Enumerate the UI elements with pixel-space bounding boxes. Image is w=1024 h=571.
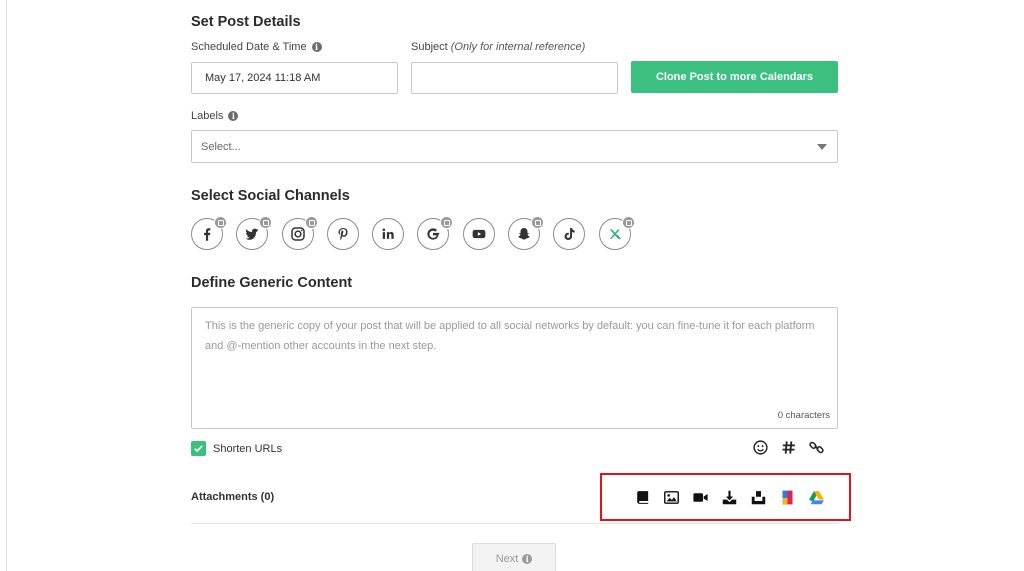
channel-linkedin[interactable] (372, 218, 404, 250)
video-icon[interactable] (692, 489, 709, 506)
book-icon[interactable] (634, 489, 651, 506)
scheduled-date-value: May 17, 2024 11:18 AM (205, 72, 321, 84)
image-icon[interactable] (663, 489, 680, 506)
link-icon[interactable] (808, 439, 825, 461)
channel-pinterest[interactable] (327, 218, 359, 250)
labels-label: Labels i (191, 110, 239, 122)
generic-content-textarea[interactable]: This is the generic copy of your post th… (191, 307, 838, 429)
info-icon: i (522, 554, 533, 564)
snapchat-icon (518, 228, 530, 240)
info-icon[interactable]: i (311, 42, 322, 52)
attachments-label: Attachments (0) (191, 491, 275, 503)
scheduled-label-text: Scheduled Date & Time (191, 41, 307, 53)
scheduled-date-input[interactable]: May 17, 2024 11:18 AM (191, 62, 398, 94)
disconnected-badge-icon (305, 216, 318, 229)
subject-label: Subject (Only for internal reference) (411, 41, 585, 53)
youtube-icon (472, 229, 486, 239)
channel-custom-x[interactable] (599, 216, 635, 250)
subject-label-text: Subject (411, 41, 448, 53)
hashtag-icon[interactable] (780, 439, 797, 461)
labels-select-value: Select... (201, 140, 241, 153)
channel-google-business[interactable] (417, 216, 453, 250)
checkmark-icon (194, 445, 203, 453)
download-icon[interactable] (721, 489, 738, 506)
scheduled-label: Scheduled Date & Time i (191, 41, 322, 53)
page-left-border (6, 0, 7, 571)
labels-select[interactable]: Select... (191, 130, 838, 163)
tiktok-icon (564, 228, 575, 240)
emoji-icon[interactable] (752, 439, 769, 461)
clone-post-button[interactable]: Clone Post to more Calendars (631, 61, 838, 93)
google-icon (427, 228, 440, 240)
channel-tiktok[interactable] (553, 218, 585, 250)
upload-tray-icon[interactable] (750, 489, 767, 506)
x-icon (609, 229, 621, 240)
twitter-icon (245, 228, 259, 240)
channel-twitter[interactable] (236, 216, 272, 250)
channel-facebook[interactable] (191, 216, 227, 250)
channel-snapchat[interactable] (508, 216, 544, 250)
linkedin-icon (382, 228, 394, 239)
subject-hint: (Only for internal reference) (450, 41, 586, 53)
attachments-divider (191, 523, 838, 524)
instagram-icon (291, 227, 305, 241)
next-button[interactable]: Next i (472, 543, 556, 571)
next-button-label: Next (495, 553, 519, 565)
channels-title: Select Social Channels (191, 188, 350, 204)
content-title: Define Generic Content (191, 275, 353, 291)
facebook-icon (204, 228, 211, 241)
chevron-down-icon (817, 144, 827, 150)
disconnected-badge-icon (531, 216, 544, 229)
info-icon[interactable]: i (228, 111, 239, 121)
pinterest-icon (338, 228, 348, 241)
google-drive-icon[interactable] (808, 489, 825, 506)
shorten-urls-label: Shorten URLs (213, 443, 283, 455)
channel-youtube[interactable] (463, 218, 495, 250)
subject-input[interactable] (411, 62, 618, 94)
disconnected-badge-icon (622, 216, 635, 229)
post-details-title: Set Post Details (191, 14, 301, 30)
shorten-urls-checkbox[interactable] (191, 441, 206, 456)
channel-instagram[interactable] (282, 216, 318, 250)
content-placeholder: This is the generic copy of your post th… (205, 320, 815, 352)
character-count: 0 characters (777, 410, 830, 421)
disconnected-badge-icon (259, 216, 272, 229)
notebook-icon[interactable] (779, 489, 796, 506)
disconnected-badge-icon (214, 216, 227, 229)
disconnected-badge-icon (440, 216, 453, 229)
labels-label-text: Labels (191, 110, 224, 122)
